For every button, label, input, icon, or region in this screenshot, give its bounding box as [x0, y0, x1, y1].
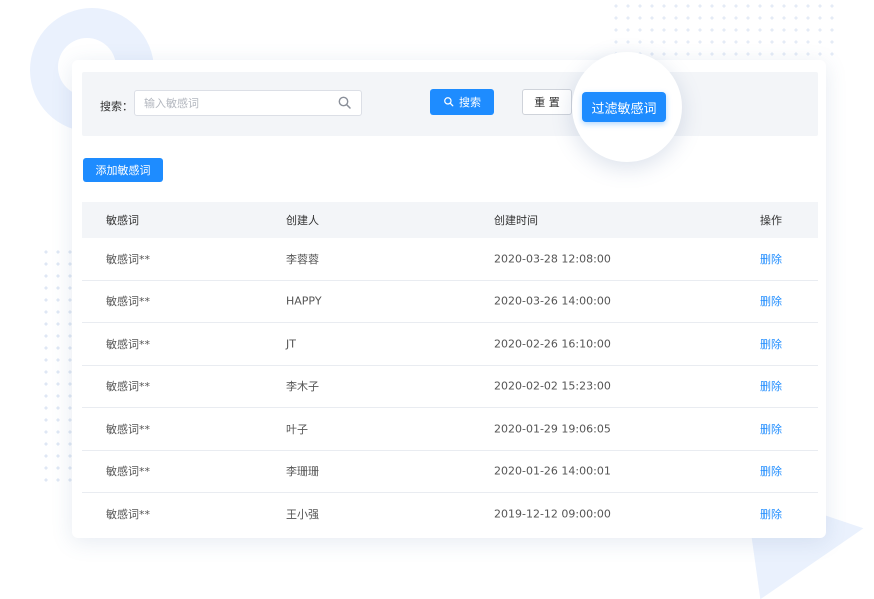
- search-icon: [444, 97, 454, 107]
- cell-creator: JT: [286, 337, 296, 351]
- search-icon[interactable]: [337, 95, 353, 111]
- decor-dots-top: [610, 0, 840, 60]
- cell-word: 敏感词**: [106, 295, 150, 309]
- table-header: 敏感词 创建人 创建时间 操作: [82, 202, 818, 238]
- cell-word: 敏感词**: [106, 422, 150, 436]
- delete-link[interactable]: 删除: [760, 506, 782, 522]
- search-input-wrapper[interactable]: [134, 90, 362, 116]
- search-button-label: 搜索: [459, 96, 481, 109]
- sensitive-words-table: 敏感词 创建人 创建时间 操作 敏感词** 李蓉蓉 2020-03-28 12:…: [82, 202, 818, 536]
- cell-time: 2020-03-26 14:00:00: [494, 294, 611, 308]
- cell-time: 2020-01-29 19:06:05: [494, 422, 611, 436]
- table-row: 敏感词** 叶子 2020-01-29 19:06:05 删除: [82, 408, 818, 451]
- cell-time: 2020-01-26 14:00:01: [494, 464, 611, 478]
- table-row: 敏感词** JT 2020-02-26 16:10:00 删除: [82, 323, 818, 366]
- cell-creator: 李木子: [286, 380, 319, 394]
- table-row: 敏感词** HAPPY 2020-03-26 14:00:00 删除: [82, 281, 818, 323]
- search-label: 搜索：: [100, 100, 133, 113]
- header-creator: 创建人: [286, 214, 319, 227]
- cell-creator: 王小强: [286, 508, 319, 522]
- delete-link[interactable]: 删除: [760, 336, 782, 352]
- reset-button[interactable]: 重 置: [522, 89, 572, 115]
- cell-word: 敏感词**: [106, 252, 150, 266]
- cell-time: 2020-02-26 16:10:00: [494, 337, 611, 351]
- main-card: 搜索： 搜索 重 置 添加敏感词 敏感词 创建人 创建时间 操作 敏感词**: [72, 60, 826, 538]
- cell-time: 2020-03-28 12:08:00: [494, 252, 611, 266]
- cell-creator: HAPPY: [286, 294, 322, 308]
- delete-link[interactable]: 删除: [760, 251, 782, 267]
- delete-link[interactable]: 删除: [760, 293, 782, 309]
- cell-word: 敏感词**: [106, 465, 150, 479]
- table-row: 敏感词** 李珊珊 2020-01-26 14:00:01 删除: [82, 451, 818, 493]
- delete-link[interactable]: 删除: [760, 378, 782, 394]
- filter-sensitive-words-button[interactable]: 过滤敏感词: [582, 92, 666, 122]
- search-input[interactable]: [135, 91, 334, 115]
- cell-creator: 李蓉蓉: [286, 252, 319, 266]
- header-word: 敏感词: [106, 214, 139, 227]
- table-row: 敏感词** 王小强 2019-12-12 09:00:00 删除: [82, 493, 818, 536]
- header-action: 操作: [760, 214, 782, 227]
- cell-creator: 叶子: [286, 422, 308, 436]
- cell-word: 敏感词**: [106, 508, 150, 522]
- delete-link[interactable]: 删除: [760, 421, 782, 437]
- add-sensitive-word-button[interactable]: 添加敏感词: [83, 158, 163, 182]
- search-panel: 搜索： 搜索 重 置: [82, 72, 818, 136]
- delete-link[interactable]: 删除: [760, 463, 782, 479]
- table-row: 敏感词** 李木子 2020-02-02 15:23:00 删除: [82, 366, 818, 408]
- cell-time: 2020-02-02 15:23:00: [494, 379, 611, 393]
- cell-creator: 李珊珊: [286, 465, 319, 479]
- cell-word: 敏感词**: [106, 380, 150, 394]
- cell-time: 2019-12-12 09:00:00: [494, 507, 611, 521]
- cell-word: 敏感词**: [106, 337, 150, 351]
- header-time: 创建时间: [494, 214, 538, 227]
- search-button[interactable]: 搜索: [430, 89, 494, 115]
- table-row: 敏感词** 李蓉蓉 2020-03-28 12:08:00 删除: [82, 238, 818, 281]
